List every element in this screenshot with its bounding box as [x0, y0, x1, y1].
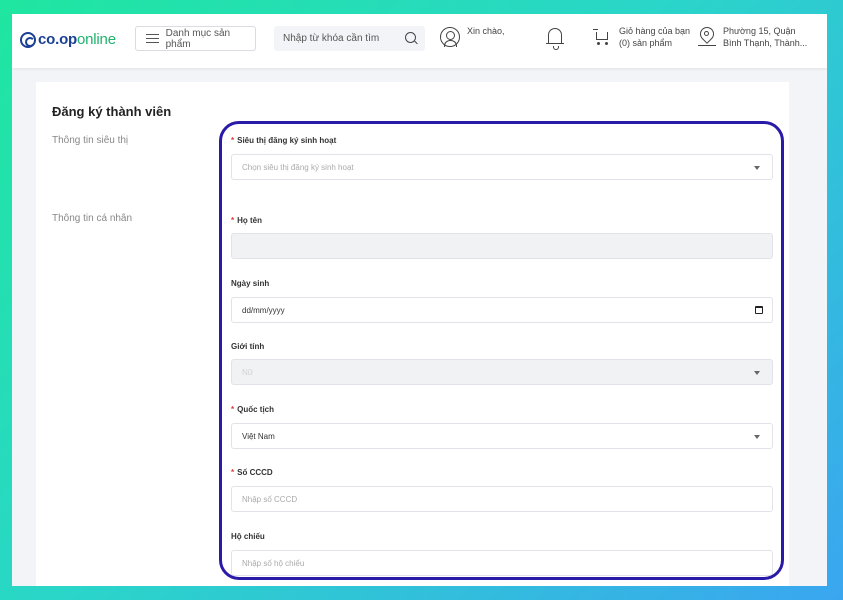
nationality-value: Việt Nam	[242, 431, 275, 441]
chevron-down-icon	[754, 371, 760, 375]
coop-logo-icon	[20, 31, 36, 48]
section-store-info: Thông tin siêu thị	[52, 135, 129, 146]
cart-icon[interactable]	[593, 29, 609, 45]
fullname-input[interactable]	[231, 233, 773, 259]
hamburger-icon	[146, 34, 159, 43]
calendar-icon[interactable]	[755, 306, 763, 314]
passport-field-label: Hộ chiếu	[231, 532, 265, 541]
logo-text-online: online	[77, 31, 116, 48]
site-header: co.oponline Danh mục sản phẩm Nhập từ kh…	[12, 14, 827, 68]
chevron-down-icon	[754, 435, 760, 439]
search-placeholder: Nhập từ khóa cần tìm	[283, 33, 380, 44]
gender-value: Nữ	[242, 367, 254, 377]
cart-title: Giỏ hàng của bạn	[619, 26, 691, 36]
delivery-location[interactable]: Phường 15, Quận Bình Thạnh, Thành...	[723, 25, 807, 49]
search-icon[interactable]	[405, 32, 416, 43]
gender-select[interactable]: Nữ	[231, 359, 773, 385]
store-select[interactable]: Chọn siêu thị đăng ký sinh hoạt	[231, 154, 773, 180]
chevron-down-icon	[754, 166, 760, 170]
dob-field-label: Ngày sinh	[231, 279, 270, 288]
bell-icon[interactable]	[546, 28, 564, 50]
nationality-field-label: * Quốc tịch	[231, 405, 275, 414]
passport-input[interactable]: Nhập số hộ chiếu	[231, 550, 773, 576]
page-title: Đăng ký thành viên	[52, 104, 172, 119]
location-line2: Bình Thạnh, Thành...	[723, 38, 808, 48]
category-menu-label: Danh mục sản phẩm	[165, 27, 231, 50]
registration-card: Đăng ký thành viên Thông tin siêu thị Th…	[36, 82, 789, 586]
gender-field-label: Giới tính	[231, 342, 265, 351]
fullname-field-label: * Họ tên	[231, 216, 263, 225]
dob-input[interactable]: dd/mm/yyyy	[231, 297, 773, 323]
dob-value: dd/mm/yyyy	[242, 305, 285, 315]
store-select-placeholder: Chọn siêu thị đăng ký sinh hoạt	[242, 162, 354, 172]
section-personal-info: Thông tin cá nhân	[52, 213, 133, 224]
store-field-label: * Siêu thị đăng ký sinh hoạt	[231, 136, 337, 145]
browser-frame: co.oponline Danh mục sản phẩm Nhập từ kh…	[12, 14, 827, 586]
id-number-placeholder: Nhập số CCCD	[242, 494, 298, 504]
cart-count: (0) sản phẩm	[619, 38, 673, 48]
id-number-field-label: * Số CCCD	[231, 468, 273, 477]
search-input[interactable]: Nhập từ khóa cần tìm	[274, 26, 425, 51]
coop-online-logo[interactable]: co.oponline	[20, 31, 116, 48]
location-line1: Phường 15, Quận	[723, 26, 796, 36]
cart-summary[interactable]: Giỏ hàng của bạn (0) sản phẩm	[619, 25, 690, 49]
logo-text-coop: co.op	[38, 31, 77, 48]
nationality-select[interactable]: Việt Nam	[231, 423, 773, 449]
id-number-input[interactable]: Nhập số CCCD	[231, 486, 773, 512]
greeting-text[interactable]: Xin chào,	[467, 26, 505, 36]
user-icon[interactable]	[440, 27, 460, 47]
location-pin-icon[interactable]	[697, 24, 717, 49]
passport-placeholder: Nhập số hộ chiếu	[242, 558, 305, 568]
category-menu-button[interactable]: Danh mục sản phẩm	[135, 26, 256, 51]
